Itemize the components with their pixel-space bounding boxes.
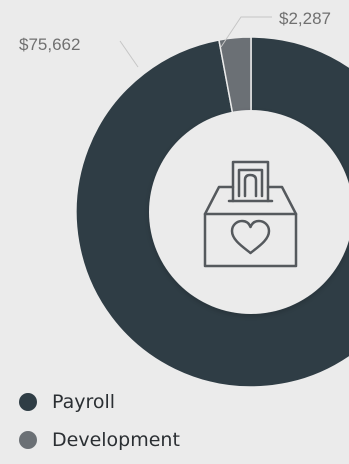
legend-label-development: Development [52,429,180,451]
donut-hole [149,110,349,314]
legend-swatch-development [19,431,37,449]
legend-swatch-payroll [19,393,37,411]
legend-item-development: Development [19,426,180,454]
data-label-development: $2,287 [279,9,331,28]
legend-item-payroll: Payroll [19,388,180,416]
data-label-payroll: $75,662 [19,35,80,54]
legend: Payroll Development [19,388,180,464]
leader-line-payroll [119,40,139,68]
legend-label-payroll: Payroll [52,391,116,413]
